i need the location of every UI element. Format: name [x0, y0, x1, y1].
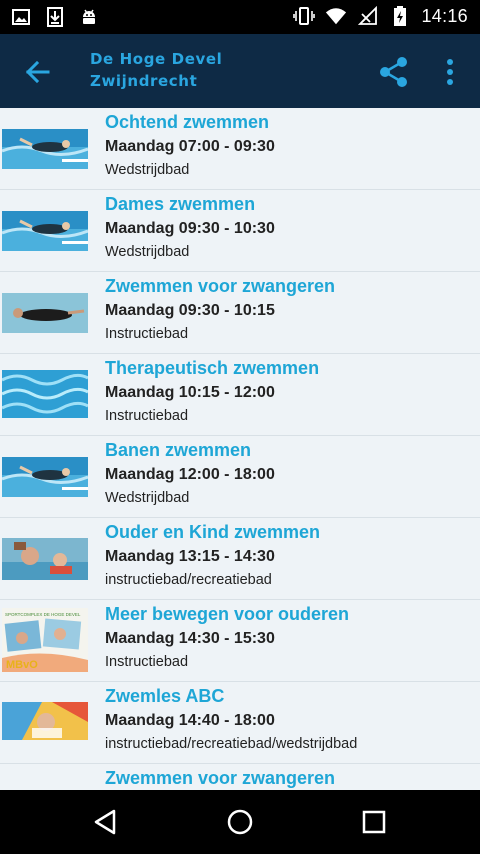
list-item[interactable]: Zwemmen voor zwangeren Maandag 09:30 - 1…	[0, 272, 480, 354]
app-title: De Hoge Devel Zwijndrecht	[90, 48, 223, 92]
item-place: instructiebad/recreatiebad	[105, 572, 272, 588]
floating-thumbnail	[2, 293, 88, 333]
item-time: Maandag 09:30 - 10:15	[105, 302, 275, 319]
mbvo-header-text: SPORTCOMPLEX DE HOGE DEVEL	[5, 612, 81, 617]
home-circle-icon[interactable]	[226, 808, 254, 836]
item-time: Maandag 10:15 - 12:00	[105, 384, 275, 401]
list-item[interactable]: Zwemmen voor zwangeren	[0, 764, 480, 790]
item-place: Instructiebad	[105, 654, 189, 670]
item-time: Maandag 14:30 - 15:30	[105, 630, 275, 647]
item-title: Ouder en Kind zwemmen	[105, 522, 321, 542]
battery-charging-icon	[389, 5, 411, 27]
more-options-icon[interactable]	[440, 54, 460, 90]
app-title-line1: De Hoge Devel	[90, 50, 223, 68]
family-thumbnail	[2, 538, 88, 580]
item-title: Banen zwemmen	[105, 440, 252, 460]
item-title: Zwemmen voor zwangeren	[105, 276, 336, 296]
item-place: Wedstrijdbad	[105, 490, 190, 506]
list-item[interactable]: Ochtend zwemmen Maandag 07:00 - 09:30 We…	[0, 108, 480, 190]
app-bar: De Hoge Devel Zwijndrecht	[0, 34, 480, 108]
item-title: Zwemles ABC	[105, 686, 225, 706]
back-arrow-icon[interactable]	[20, 54, 56, 90]
item-place: Wedstrijdbad	[105, 162, 190, 178]
item-place: instructiebad/recreatiebad/wedstrijdbad	[105, 736, 358, 752]
item-title: Therapeutisch zwemmen	[105, 358, 320, 378]
vibrate-icon	[293, 5, 316, 27]
water-thumbnail	[2, 370, 88, 418]
navigation-bar	[0, 790, 480, 854]
item-time: Maandag 09:30 - 10:30	[105, 220, 275, 237]
kid-thumbnail	[2, 702, 88, 740]
item-place: Instructiebad	[105, 326, 189, 342]
item-title: Zwemmen voor zwangeren	[105, 768, 336, 788]
swimmer-thumbnail	[2, 129, 88, 169]
status-bar: 14:16	[0, 0, 480, 34]
list-item[interactable]: Dames zwemmen Maandag 09:30 - 10:30 Weds…	[0, 190, 480, 272]
download-icon	[44, 6, 66, 28]
android-icon	[78, 6, 100, 28]
item-place: Wedstrijdbad	[105, 244, 190, 260]
back-triangle-icon[interactable]	[92, 808, 120, 836]
recents-square-icon[interactable]	[360, 808, 388, 836]
item-time: Maandag 07:00 - 09:30	[105, 138, 275, 155]
item-title: Meer bewegen voor ouderen	[105, 604, 350, 624]
swimmer-thumbnail	[2, 457, 88, 497]
list-item[interactable]: Zwemles ABC Maandag 14:40 - 18:00 instru…	[0, 682, 480, 764]
item-title: Dames zwemmen	[105, 194, 256, 214]
item-time: Maandag 14:40 - 18:00	[105, 712, 275, 729]
item-time: Maandag 12:00 - 18:00	[105, 466, 275, 483]
share-icon[interactable]	[376, 54, 412, 90]
swimmer-thumbnail	[2, 211, 88, 251]
list-item[interactable]: Therapeutisch zwemmen Maandag 10:15 - 12…	[0, 354, 480, 436]
no-signal-icon	[357, 5, 379, 27]
list-item[interactable]: SPORTCOMPLEX DE HOGE DEVEL MBvO Meer bewe…	[0, 600, 480, 682]
app-title-line2: Zwijndrecht	[90, 72, 198, 90]
item-time: Maandag 13:15 - 14:30	[105, 548, 275, 565]
image-icon	[10, 6, 32, 28]
item-title: Ochtend zwemmen	[105, 112, 270, 132]
clock: 14:16	[421, 5, 468, 26]
activity-list[interactable]: Ochtend zwemmen Maandag 07:00 - 09:30 We…	[0, 108, 480, 790]
wifi-icon	[325, 5, 347, 27]
mbvo-logo-text: MBvO	[6, 659, 38, 671]
list-item[interactable]: Banen zwemmen Maandag 12:00 - 18:00 Weds…	[0, 436, 480, 518]
mbvo-thumbnail: SPORTCOMPLEX DE HOGE DEVEL MBvO	[2, 608, 88, 672]
list-item[interactable]: Ouder en Kind zwemmen Maandag 13:15 - 14…	[0, 518, 480, 600]
item-place: Instructiebad	[105, 408, 189, 424]
